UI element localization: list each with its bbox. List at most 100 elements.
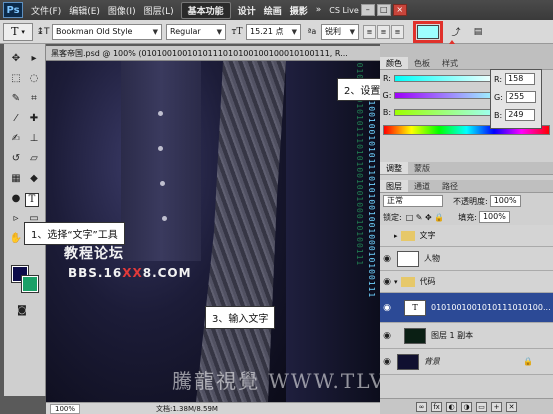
blur-tool-icon[interactable]: ◆ (26, 170, 42, 186)
chevron-down-icon: ▼ (349, 27, 355, 36)
workspace-design[interactable]: 设计 (234, 4, 260, 17)
lasso-tool-icon[interactable]: ◌ (26, 70, 42, 86)
workspace-painting[interactable]: 绘画 (260, 4, 286, 17)
layer-background[interactable]: ◉ 背景 🔒 (380, 349, 553, 375)
tool-preset-picker[interactable]: T ▾ (3, 22, 33, 41)
new-group-icon[interactable]: ▭ (476, 401, 487, 412)
blend-mode-select[interactable]: 正常 (383, 195, 443, 207)
cs-live-button[interactable]: CS Live (329, 6, 359, 15)
healing-tool-icon[interactable]: ✚ (26, 110, 42, 126)
history-brush-icon[interactable]: ↺ (8, 150, 24, 166)
workspace-photography[interactable]: 摄影 (286, 4, 312, 17)
marquee-tool-icon[interactable]: ⬚ (8, 70, 24, 86)
adjustment-icon[interactable]: ◑ (461, 401, 472, 412)
quick-mask-icon[interactable]: ◙ (14, 302, 30, 318)
layer-copy[interactable]: ◉ 图层 1 副本 (380, 323, 553, 349)
new-layer-icon[interactable]: + (491, 401, 502, 412)
tab-channels[interactable]: 通道 (408, 180, 436, 192)
opacity-field[interactable]: 100% (489, 195, 521, 207)
move-tool-icon[interactable]: ✥ (8, 50, 24, 66)
b-ramp[interactable] (394, 109, 499, 116)
lock-row: 锁定: □ ✎ ✥ 🔒 填充: 100% (380, 209, 553, 225)
lock-icons[interactable]: □ ✎ ✥ 🔒 (406, 213, 445, 222)
background-color-swatch[interactable] (21, 275, 39, 293)
b-box-label: B: (494, 110, 503, 120)
align-center-icon[interactable]: ≡ (377, 24, 390, 39)
eye-icon[interactable]: ◉ (380, 331, 394, 341)
align-right-icon[interactable]: ≡ (391, 24, 404, 39)
align-left-icon[interactable]: ≡ (363, 24, 376, 39)
antialias-icon: ªa (307, 27, 317, 36)
text-color-swatch[interactable] (417, 24, 439, 39)
layer-text-selected[interactable]: ◉ T 0101001001010111010100... (380, 293, 553, 323)
g-value[interactable]: 255 (505, 91, 536, 103)
maximize-icon[interactable]: □ (376, 4, 391, 16)
tab-masks[interactable]: 蒙版 (408, 162, 436, 174)
b-value[interactable]: 249 (505, 109, 536, 121)
doc-size-info[interactable]: 文档:1.38M/8.59M (156, 404, 218, 414)
panel-collapse-strip (380, 44, 553, 57)
tab-color[interactable]: 颜色 (380, 57, 408, 69)
fill-field[interactable]: 100% (478, 211, 510, 223)
layer-name: 图层 1 副本 (431, 331, 474, 340)
mask-icon[interactable]: ◐ (446, 401, 457, 412)
g-label: G: (382, 91, 392, 100)
text-color-highlight (413, 20, 443, 43)
quick-select-tool-icon[interactable]: ✎ (8, 90, 24, 106)
close-icon[interactable]: × (392, 4, 407, 16)
dodge-tool-icon[interactable]: ● (8, 190, 24, 206)
layer-figure[interactable]: ◉ 人物 (380, 247, 553, 271)
fx-icon[interactable]: fx (431, 401, 442, 412)
path-select-icon[interactable]: ▹ (8, 210, 24, 226)
font-size-select[interactable]: 15.21 点 ▼ (246, 23, 301, 40)
r-ramp[interactable] (394, 75, 499, 82)
eyedropper-tool-icon[interactable]: ⁄ (8, 110, 24, 126)
minimize-icon[interactable]: – (360, 4, 375, 16)
link-icon[interactable]: ∞ (416, 401, 427, 412)
tab-adjustments[interactable]: 调整 (380, 162, 408, 174)
zoom-field[interactable]: 100% (50, 403, 80, 414)
antialias-select[interactable]: 锐利 ▼ (321, 23, 359, 40)
hand-tool-icon[interactable]: ✋ (8, 230, 24, 246)
eye-icon[interactable]: ◉ (380, 357, 394, 367)
gradient-tool-icon[interactable]: ▦ (8, 170, 24, 186)
menu-image[interactable]: 图像(I) (104, 4, 140, 17)
brush-tool-icon[interactable]: ✍ (8, 130, 24, 146)
font-style-select[interactable]: Regular ▼ (166, 23, 226, 40)
tab-layers[interactable]: 图层 (380, 180, 408, 192)
lock-icon: 🔒 (523, 357, 533, 366)
trash-icon[interactable]: ✕ (506, 401, 517, 412)
text-layer-icon: T (404, 299, 426, 316)
eraser-tool-icon[interactable]: ▱ (26, 150, 42, 166)
text-orientation-icon[interactable]: ↨T (36, 24, 50, 40)
disclosure-icon[interactable]: ▸ (394, 232, 398, 240)
eye-icon[interactable]: ◉ (380, 254, 394, 264)
disclosure-icon[interactable]: ▾ (394, 278, 398, 286)
tab-styles[interactable]: 样式 (436, 57, 464, 69)
stamp-tool-icon[interactable]: ⊥ (26, 130, 42, 146)
layers-footer: ∞ fx ◐ ◑ ▭ + ✕ (380, 398, 553, 414)
workspace-more[interactable]: » (312, 5, 326, 15)
workspace-essentials[interactable]: 基本功能 (180, 1, 231, 19)
artboard-tool-icon[interactable]: ▸ (26, 50, 42, 66)
tab-paths[interactable]: 路径 (436, 180, 464, 192)
tab-swatches[interactable]: 色板 (408, 57, 436, 69)
document-tab[interactable]: 黑客帝国.psd @ 100% (01010010010101110101001… (46, 46, 380, 61)
g-ramp[interactable] (394, 92, 499, 99)
layer-group-code[interactable]: ◉ ▾ 代码 (380, 271, 553, 293)
watermark-url: BBS.16XX8.COM (68, 266, 192, 280)
character-panel-icon[interactable]: ▤ (471, 24, 485, 40)
layer-thumbnail (404, 327, 426, 344)
layer-group-text[interactable]: ▸ 文字 (380, 225, 553, 247)
layer-thumbnail (397, 250, 419, 267)
font-family-select[interactable]: Bookman Old Style ▼ (52, 23, 162, 40)
warp-text-icon[interactable]: ⤴ (449, 24, 463, 40)
menu-edit[interactable]: 编辑(E) (65, 4, 104, 17)
r-value[interactable]: 158 (505, 73, 536, 85)
menu-file[interactable]: 文件(F) (27, 4, 65, 17)
eye-icon[interactable]: ◉ (380, 277, 394, 287)
eye-icon[interactable]: ◉ (380, 303, 394, 313)
font-size-value: 15.21 点 (250, 27, 284, 36)
crop-tool-icon[interactable]: ⌗ (26, 90, 42, 106)
menu-layer[interactable]: 图层(L) (140, 4, 178, 17)
